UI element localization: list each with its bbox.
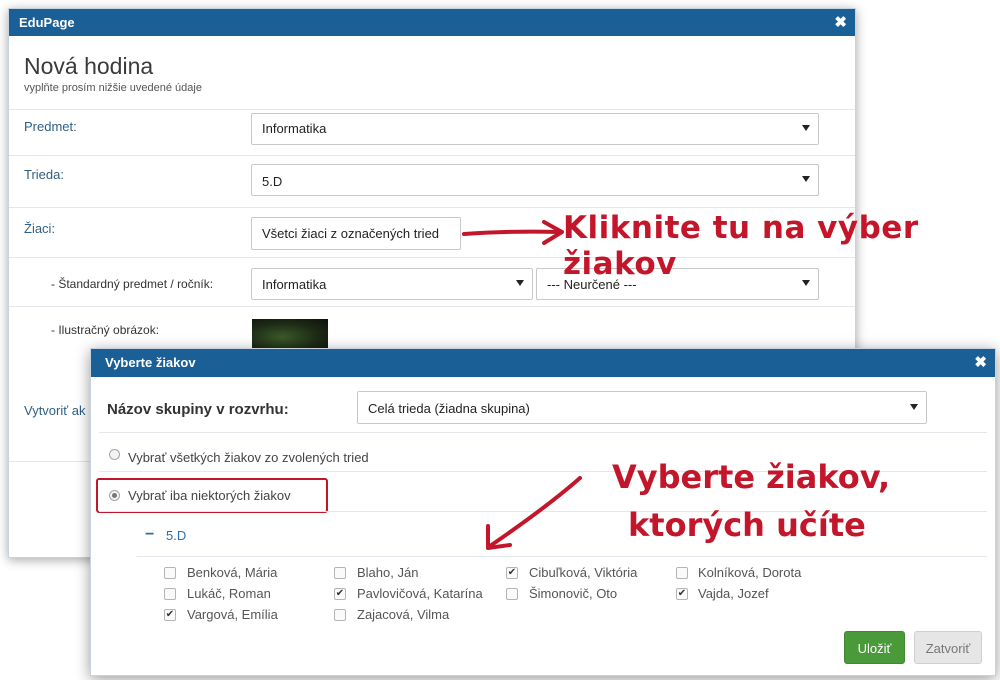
page-subtitle: vyplňte prosím nižšie uvedené údaje [24, 82, 202, 94]
class-select[interactable]: 5.D [251, 164, 819, 196]
annotation-arrow [486, 476, 582, 550]
chevron-down-icon [910, 403, 918, 410]
student-checkbox[interactable]: ✔ [164, 609, 176, 621]
student-checkbox[interactable] [334, 609, 346, 621]
students-select[interactable]: Všetci žiaci z označených tried [251, 217, 461, 250]
annotation-select-line1: Vyberte žiakov, [612, 458, 891, 496]
dialog-titlebar: Vyberte žiakov ✖ [91, 349, 995, 377]
student-name[interactable]: Vajda, Jozef [698, 586, 769, 601]
standard-subject-select[interactable]: Informatika [251, 268, 533, 300]
dialog-title: Vyberte žiakov [105, 355, 196, 370]
student-name[interactable]: Benková, Mária [187, 565, 277, 580]
divider [9, 207, 855, 208]
student-name[interactable]: Vargová, Emília [187, 607, 278, 622]
divider [9, 155, 855, 156]
divider [9, 306, 855, 307]
group-name-label: Názov skupiny v rozvrhu: [107, 401, 289, 418]
chevron-down-icon [802, 176, 810, 182]
divider [137, 556, 987, 557]
student-checkbox[interactable] [164, 567, 176, 579]
option-all-students-label[interactable]: Vybrať všetkých žiakov zo zvolených trie… [128, 450, 369, 465]
group-select-value: Celá trieda (žiadna skupina) [368, 401, 530, 416]
students-select-value: Všetci žiaci z označených tried [262, 226, 440, 241]
standard-subject-value: Informatika [262, 277, 327, 292]
dialog-titlebar: EduPage ✖ [9, 9, 855, 36]
student-name[interactable]: Cibuľková, Viktória [529, 565, 637, 580]
chevron-down-icon [802, 125, 810, 131]
dialog-title: EduPage [19, 15, 75, 30]
close-icon[interactable]: ✖ [834, 9, 847, 36]
student-checkbox[interactable]: ✔ [676, 588, 688, 600]
radio-all-students[interactable] [109, 449, 120, 460]
student-name[interactable]: Blaho, Ján [357, 565, 418, 580]
student-checkbox[interactable]: ✔ [334, 588, 346, 600]
student-checkbox[interactable] [164, 588, 176, 600]
divider [9, 109, 855, 110]
save-button[interactable]: Uložiť [844, 631, 905, 664]
page-title: Nová hodina [24, 53, 154, 79]
collapse-icon[interactable]: − [145, 527, 154, 543]
annotation-select-line2: ktorých učíte [628, 506, 866, 544]
student-name[interactable]: Kolníková, Dorota [698, 565, 801, 580]
divider [99, 432, 987, 433]
students-label: Žiaci: [24, 221, 56, 236]
option-some-students-label[interactable]: Vybrať iba niektorých žiakov [128, 488, 291, 503]
illustration-label: - Ilustračný obrázok: [51, 323, 160, 337]
student-name[interactable]: Pavlovičová, Katarína [357, 586, 483, 601]
class-label: Trieda: [24, 167, 64, 182]
close-button[interactable]: Zatvoriť [914, 631, 982, 664]
subject-label: Predmet: [24, 119, 77, 134]
student-checkbox[interactable] [334, 567, 346, 579]
student-checkbox[interactable]: ✔ [506, 567, 518, 579]
annotation-arrow [462, 220, 564, 245]
subject-select-value: Informatika [262, 121, 327, 136]
subject-select[interactable]: Informatika [251, 113, 819, 145]
student-name[interactable]: Šimonovič, Oto [529, 586, 617, 601]
chevron-down-icon [516, 280, 524, 286]
group-select[interactable]: Celá trieda (žiadna skupina) [357, 391, 927, 424]
annotation-click-here: Kliknite tu na výber žiakov [563, 210, 919, 282]
create-label: Vytvoriť ak [24, 403, 86, 418]
student-checkbox[interactable] [676, 567, 688, 579]
standard-subject-label: - Štandardný predmet / ročník: [51, 277, 214, 291]
class-name[interactable]: 5.D [166, 528, 186, 543]
student-name[interactable]: Lukáč, Roman [187, 586, 271, 601]
student-name[interactable]: Zajacová, Vilma [357, 607, 449, 622]
student-checkbox[interactable] [506, 588, 518, 600]
divider [9, 461, 91, 462]
radio-some-students[interactable] [109, 490, 120, 501]
class-select-value: 5.D [262, 174, 283, 189]
close-icon[interactable]: ✖ [974, 349, 987, 377]
